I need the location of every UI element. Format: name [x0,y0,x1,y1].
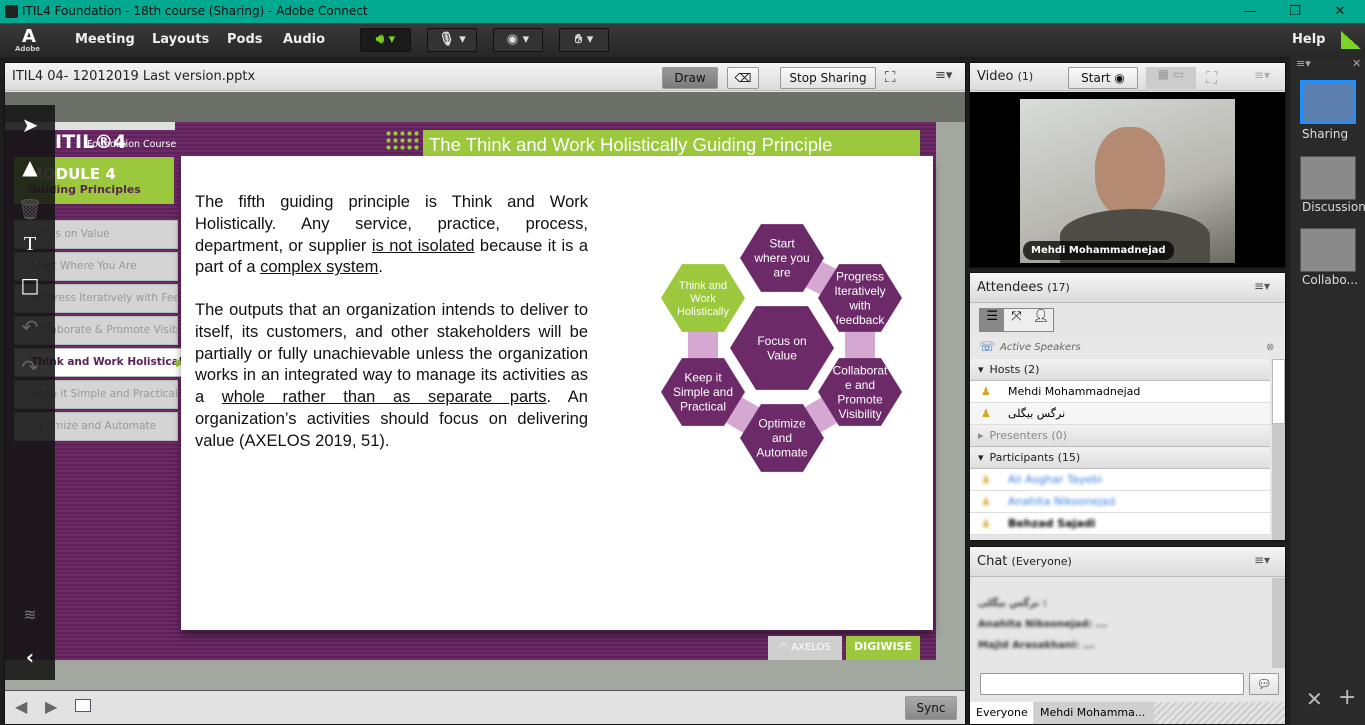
attendee-name: Behzad Sajadi [1008,517,1096,530]
layouts-menu-icon[interactable]: ≡▾ [1296,57,1311,70]
video-pod: Video (1) Start ◉ ▦ ▭ ⛶ ≡▾ Mehdi Mohamma… [969,62,1286,268]
video-layout-toggle[interactable]: ▦ ▭ [1146,67,1196,89]
text-tool-icon[interactable]: T [5,233,55,256]
hosts-label: Hosts (2) [989,363,1040,376]
attendee-name: نرگس بیگلی [1008,407,1066,420]
webcam-icon: ◉ [1114,71,1125,85]
chat-title: Chat [977,554,1008,569]
participant-icon: ♟ [981,495,991,508]
layout-sharing[interactable] [1300,80,1356,124]
video-name-label: Mehdi Mohammadnejad [1023,241,1174,260]
participants-label: Participants (15) [989,451,1081,464]
attendee-name: Ali Asghar Tayebi [1008,473,1103,486]
close-icon[interactable]: ✕ [1352,57,1361,70]
layout-label: Collabo... [1302,273,1358,287]
hexagon-label-collaborate: Collaborat e and Promote Visibility [833,363,888,421]
fullscreen-icon[interactable]: ⛶ [1206,68,1217,88]
pod-menu-icon[interactable]: ≡▾ [1254,279,1270,293]
active-speakers-bar: ☏ Active Speakers ⊗ [970,337,1285,359]
highlighter-tool-icon[interactable]: ▲ [5,155,55,179]
chat-input[interactable] [980,673,1244,695]
role-view-icon[interactable]: 👤︎ [1029,309,1053,331]
chat-scope: (Everyone) [1011,555,1072,568]
video-area: Mehdi Mohammadnejad [970,92,1285,267]
start-label: Start [1081,71,1111,85]
start-webcam-button[interactable]: Start ◉ [1068,67,1138,89]
phone-icon: ☏ [979,340,996,355]
attendee-name: Anahita Nikoonejad [1008,495,1116,508]
add-layout-icon[interactable]: + [1338,685,1356,710]
layout-discussion[interactable] [1300,156,1356,200]
speech-bubble-icon: 💬︎ [1256,677,1272,691]
pointer-tool-icon[interactable]: ➤ [5,113,55,137]
host-icon: ♟ [981,407,991,420]
pod-menu-icon[interactable]: ≡▾ [1254,553,1270,567]
redo-icon[interactable]: ↷ [5,355,55,379]
chat-message: نرگس بیگلی : [978,598,1047,609]
attendee-name: Mehdi Mohammadnejad [1008,385,1141,398]
close-icon[interactable]: ⊗ [1266,337,1274,359]
axelos-logo: ◠ AXELOS [768,636,842,660]
pod-menu-icon[interactable]: ≡▾ [1254,68,1270,82]
attendees-scrollbar[interactable] [1272,359,1285,540]
chat-tabs: Everyone Mehdi Mohamma... [970,702,1285,724]
layout-collaboration[interactable] [1300,228,1356,272]
chat-messages: نرگس بیگلی : Anahita Nikoonejad: ... Maj… [978,593,1107,656]
active-speakers-label: Active Speakers [1000,342,1081,353]
attendees-pod: Attendees (17) ≡▾ ☰ ⤧ 👤︎ ☏ Active Speake… [969,272,1286,541]
chat-scrollbar[interactable] [1272,578,1285,668]
collapse-toolbar-icon[interactable]: ‹ [5,645,55,669]
participants-group[interactable]: ▾ Participants (15) [970,447,1270,469]
trash-icon[interactable]: 🗑︎ [5,197,55,221]
presenters-label: Presenters (0) [989,429,1067,442]
attendees-title: Attendees [977,280,1044,295]
host-icon: ♟ [981,385,991,398]
webcam-feed: Mehdi Mohammadnejad [1020,99,1235,263]
attendee-row[interactable]: ♟ Behzad Sajadi [970,513,1270,535]
list-view-icon[interactable]: ☰ [980,309,1005,331]
presenters-group[interactable]: ▸ Presenters (0) [970,425,1270,447]
chat-pod: Chat (Everyone) ≡▾ نرگس بیگلی : Anahita … [969,546,1286,725]
layout-label: Sharing [1302,127,1349,141]
attendee-row[interactable]: ♟ نرگس بیگلی [970,403,1270,425]
chat-tab-everyone[interactable]: Everyone [970,702,1033,724]
send-chat-button[interactable]: 💬︎ [1249,673,1279,695]
layout-label: Discussion [1302,200,1365,214]
attendee-row[interactable]: ♟ Mehdi Mohammadnejad [970,381,1270,403]
chat-tab-private[interactable]: Mehdi Mohamma... [1034,702,1154,724]
attendee-row[interactable]: ♟ Ali Asghar Tayebi [970,469,1270,491]
undo-icon[interactable]: ↶ [5,315,55,339]
video-count: (1) [1017,70,1034,83]
hosts-group[interactable]: ▾ Hosts (2) [970,359,1270,381]
video-title: Video [977,69,1014,84]
attendee-row[interactable]: ♟ Anahita Nikoonejad [970,491,1270,513]
attendees-count: (17) [1047,281,1070,294]
digiwise-logo: DIGIWISE [846,636,920,660]
breakout-view-icon[interactable]: ⤧ [1004,309,1028,331]
layers-icon[interactable]: ≋ [5,605,55,624]
tools-icon[interactable]: ✕ [1306,687,1323,711]
drawing-toolbar: ➤ ▲ 🗑︎ T □ ↶ ↷ ≋ ‹ [5,105,55,680]
chat-message: Anahita Nikoonejad: ... [978,619,1108,630]
chat-message: Majid Arasakhani: ... [978,640,1095,651]
attendee-view-toggle: ☰ ⤧ 👤︎ [979,308,1054,332]
person-face [1095,127,1165,217]
participant-icon: ♟ [981,517,991,530]
shape-tool-icon[interactable]: □ [5,273,55,297]
participant-icon: ♟ [981,473,991,486]
